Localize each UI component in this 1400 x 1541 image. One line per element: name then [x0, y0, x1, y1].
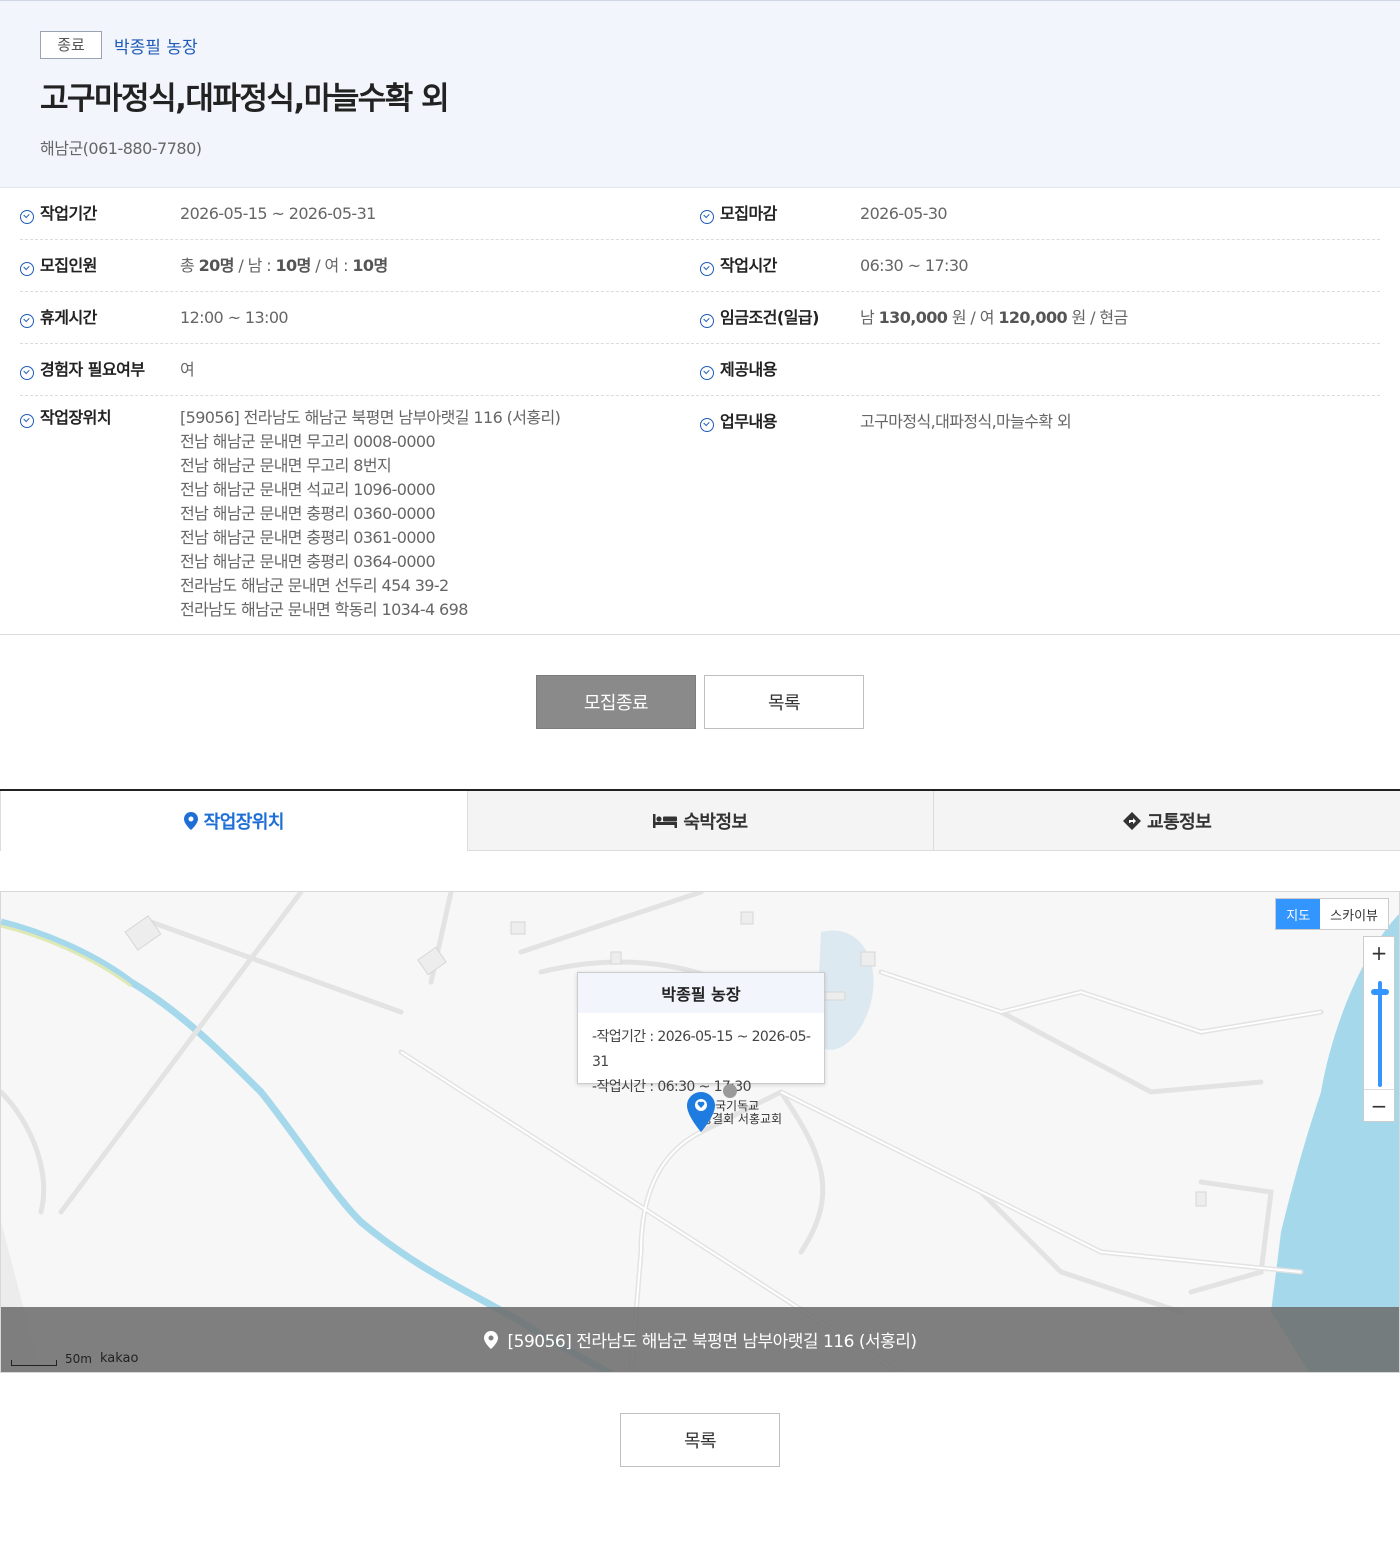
- page-title: 고구마정식,대파정식,마늘수확 외: [40, 81, 450, 117]
- location-line: 전라남도 해남군 문내면 선두리 454 39-2: [180, 576, 449, 595]
- deadline-label: 모집마감: [720, 204, 777, 223]
- check-circle-icon: [20, 366, 34, 380]
- experience-value: 여: [180, 360, 195, 379]
- map-type-skyview[interactable]: 스카이뷰: [1320, 899, 1388, 929]
- check-circle-icon: [700, 210, 714, 224]
- tab-location[interactable]: 작업장위치: [0, 791, 467, 851]
- location-line: 전남 해남군 문내면 무고리 0008-0000: [180, 432, 436, 451]
- popup-work-period: -작업기간 : 2026-05-15 ~ 2026-05-31: [592, 1029, 811, 1070]
- map-background: [1, 892, 1399, 1372]
- location-list: [59056] 전라남도 해남군 북평면 남부아랫길 116 (서홍리) 전남 …: [180, 406, 561, 622]
- location-line: 전남 해남군 문내면 충평리 0361-0000: [180, 528, 436, 547]
- map-pin-icon: [483, 1330, 498, 1349]
- break-value: 12:00 ~ 13:00: [180, 308, 289, 327]
- location-line: 전라남도 해남군 문내면 학동리 1034-4 698: [180, 600, 468, 619]
- popup-title: 박종필 농장: [578, 973, 824, 1013]
- work-time-value: 06:30 ~ 17:30: [860, 256, 969, 275]
- work-period-value: 2026-05-15 ~ 2026-05-31: [180, 204, 376, 223]
- recruit-value: 총 20명 / 남 : 10명 / 여 : 10명: [180, 256, 388, 275]
- wage-label: 임금조건(일급): [720, 308, 819, 327]
- zoom-slider-track[interactable]: [1378, 981, 1382, 1087]
- zoom-slider-handle[interactable]: [1371, 989, 1389, 995]
- check-circle-icon: [700, 366, 714, 380]
- map-info-popup: 박종필 농장 -작업기간 : 2026-05-15 ~ 2026-05-31 -…: [577, 972, 825, 1095]
- map-type-roadmap[interactable]: 지도: [1276, 899, 1321, 929]
- location-line: 전남 해남군 문내면 석교리 1096-0000: [180, 480, 436, 499]
- check-circle-icon: [700, 314, 714, 328]
- location-line: 전남 해남군 문내면 무고리 8번지: [180, 456, 392, 475]
- map-marker-icon[interactable]: [687, 1092, 715, 1132]
- wage-value: 남 130,000 원 / 여 120,000 원 / 현금: [860, 308, 1128, 327]
- location-line: 전남 해남군 문내면 충평리 0364-0000: [180, 552, 436, 571]
- task-label: 업무내용: [720, 412, 777, 431]
- church-icon: [723, 1084, 737, 1098]
- direction-sign-icon: [1123, 811, 1142, 830]
- map-address-bar: [59056] 전라남도 해남군 북평면 남부아랫길 116 (서홍리): [1, 1307, 1399, 1372]
- map-type-control: 지도 스카이뷰: [1275, 898, 1389, 930]
- scale-label: 50m: [65, 1352, 92, 1366]
- tab-lodging-label: 숙박정보: [683, 811, 748, 833]
- scale-bar: [11, 1360, 57, 1366]
- bed-icon: [653, 813, 678, 828]
- list-button-bottom[interactable]: 목록: [620, 1413, 780, 1467]
- zoom-control: + −: [1363, 936, 1395, 1122]
- tab-lodging[interactable]: 숙박정보: [466, 791, 934, 851]
- location-line: 전남 해남군 문내면 충평리 0360-0000: [180, 504, 436, 523]
- location-map[interactable]: 지도 스카이뷰 + − 박종필 농장 -작업기간 : 2026-05-15 ~ …: [0, 891, 1400, 1373]
- work-period-label: 작업기간: [40, 204, 97, 223]
- region-contact: 해남군(061-880-7780): [40, 139, 202, 158]
- break-label: 휴게시간: [40, 308, 97, 327]
- check-circle-icon: [700, 262, 714, 276]
- recruit-label: 모집인원: [40, 256, 97, 275]
- status-badge: 종료: [40, 31, 102, 59]
- tab-traffic[interactable]: 교통정보: [933, 791, 1400, 851]
- tab-traffic-label: 교통정보: [1147, 811, 1212, 833]
- check-circle-icon: [20, 414, 34, 428]
- kakao-logo: kakao: [99, 1351, 139, 1366]
- zoom-out-button[interactable]: −: [1364, 1089, 1394, 1121]
- check-circle-icon: [20, 262, 34, 276]
- deadline-value: 2026-05-30: [860, 204, 948, 223]
- work-time-label: 작업시간: [720, 256, 777, 275]
- task-value: 고구마정식,대파정식,마늘수확 외: [860, 412, 1072, 431]
- tab-location-label: 작업장위치: [203, 812, 285, 833]
- job-info-table: 작업기간 2026-05-15 ~ 2026-05-31 모집마감 2026-0…: [0, 188, 1400, 634]
- map-scale: 50m kakao: [11, 1351, 138, 1366]
- check-circle-icon: [700, 418, 714, 432]
- experience-label: 경험자 필요여부: [40, 360, 145, 379]
- check-circle-icon: [20, 210, 34, 224]
- location-label: 작업장위치: [40, 408, 112, 427]
- info-tabs: 작업장위치 숙박정보 교통정보: [0, 789, 1400, 851]
- location-line: [59056] 전라남도 해남군 북평면 남부아랫길 116 (서홍리): [180, 408, 561, 427]
- map-pin-icon: [183, 812, 198, 830]
- recruit-closed-button[interactable]: 모집종료: [536, 675, 696, 729]
- check-circle-icon: [20, 314, 34, 328]
- list-button[interactable]: 목록: [704, 675, 864, 729]
- job-header: 종료 박종필 농장 고구마정식,대파정식,마늘수확 외 해남군(061-880-…: [0, 0, 1400, 188]
- zoom-in-button[interactable]: +: [1364, 937, 1394, 969]
- provided-label: 제공내용: [720, 360, 777, 379]
- farm-name: 박종필 농장: [114, 37, 198, 58]
- map-address-text: [59056] 전라남도 해남군 북평면 남부아랫길 116 (서홍리): [507, 1332, 918, 1352]
